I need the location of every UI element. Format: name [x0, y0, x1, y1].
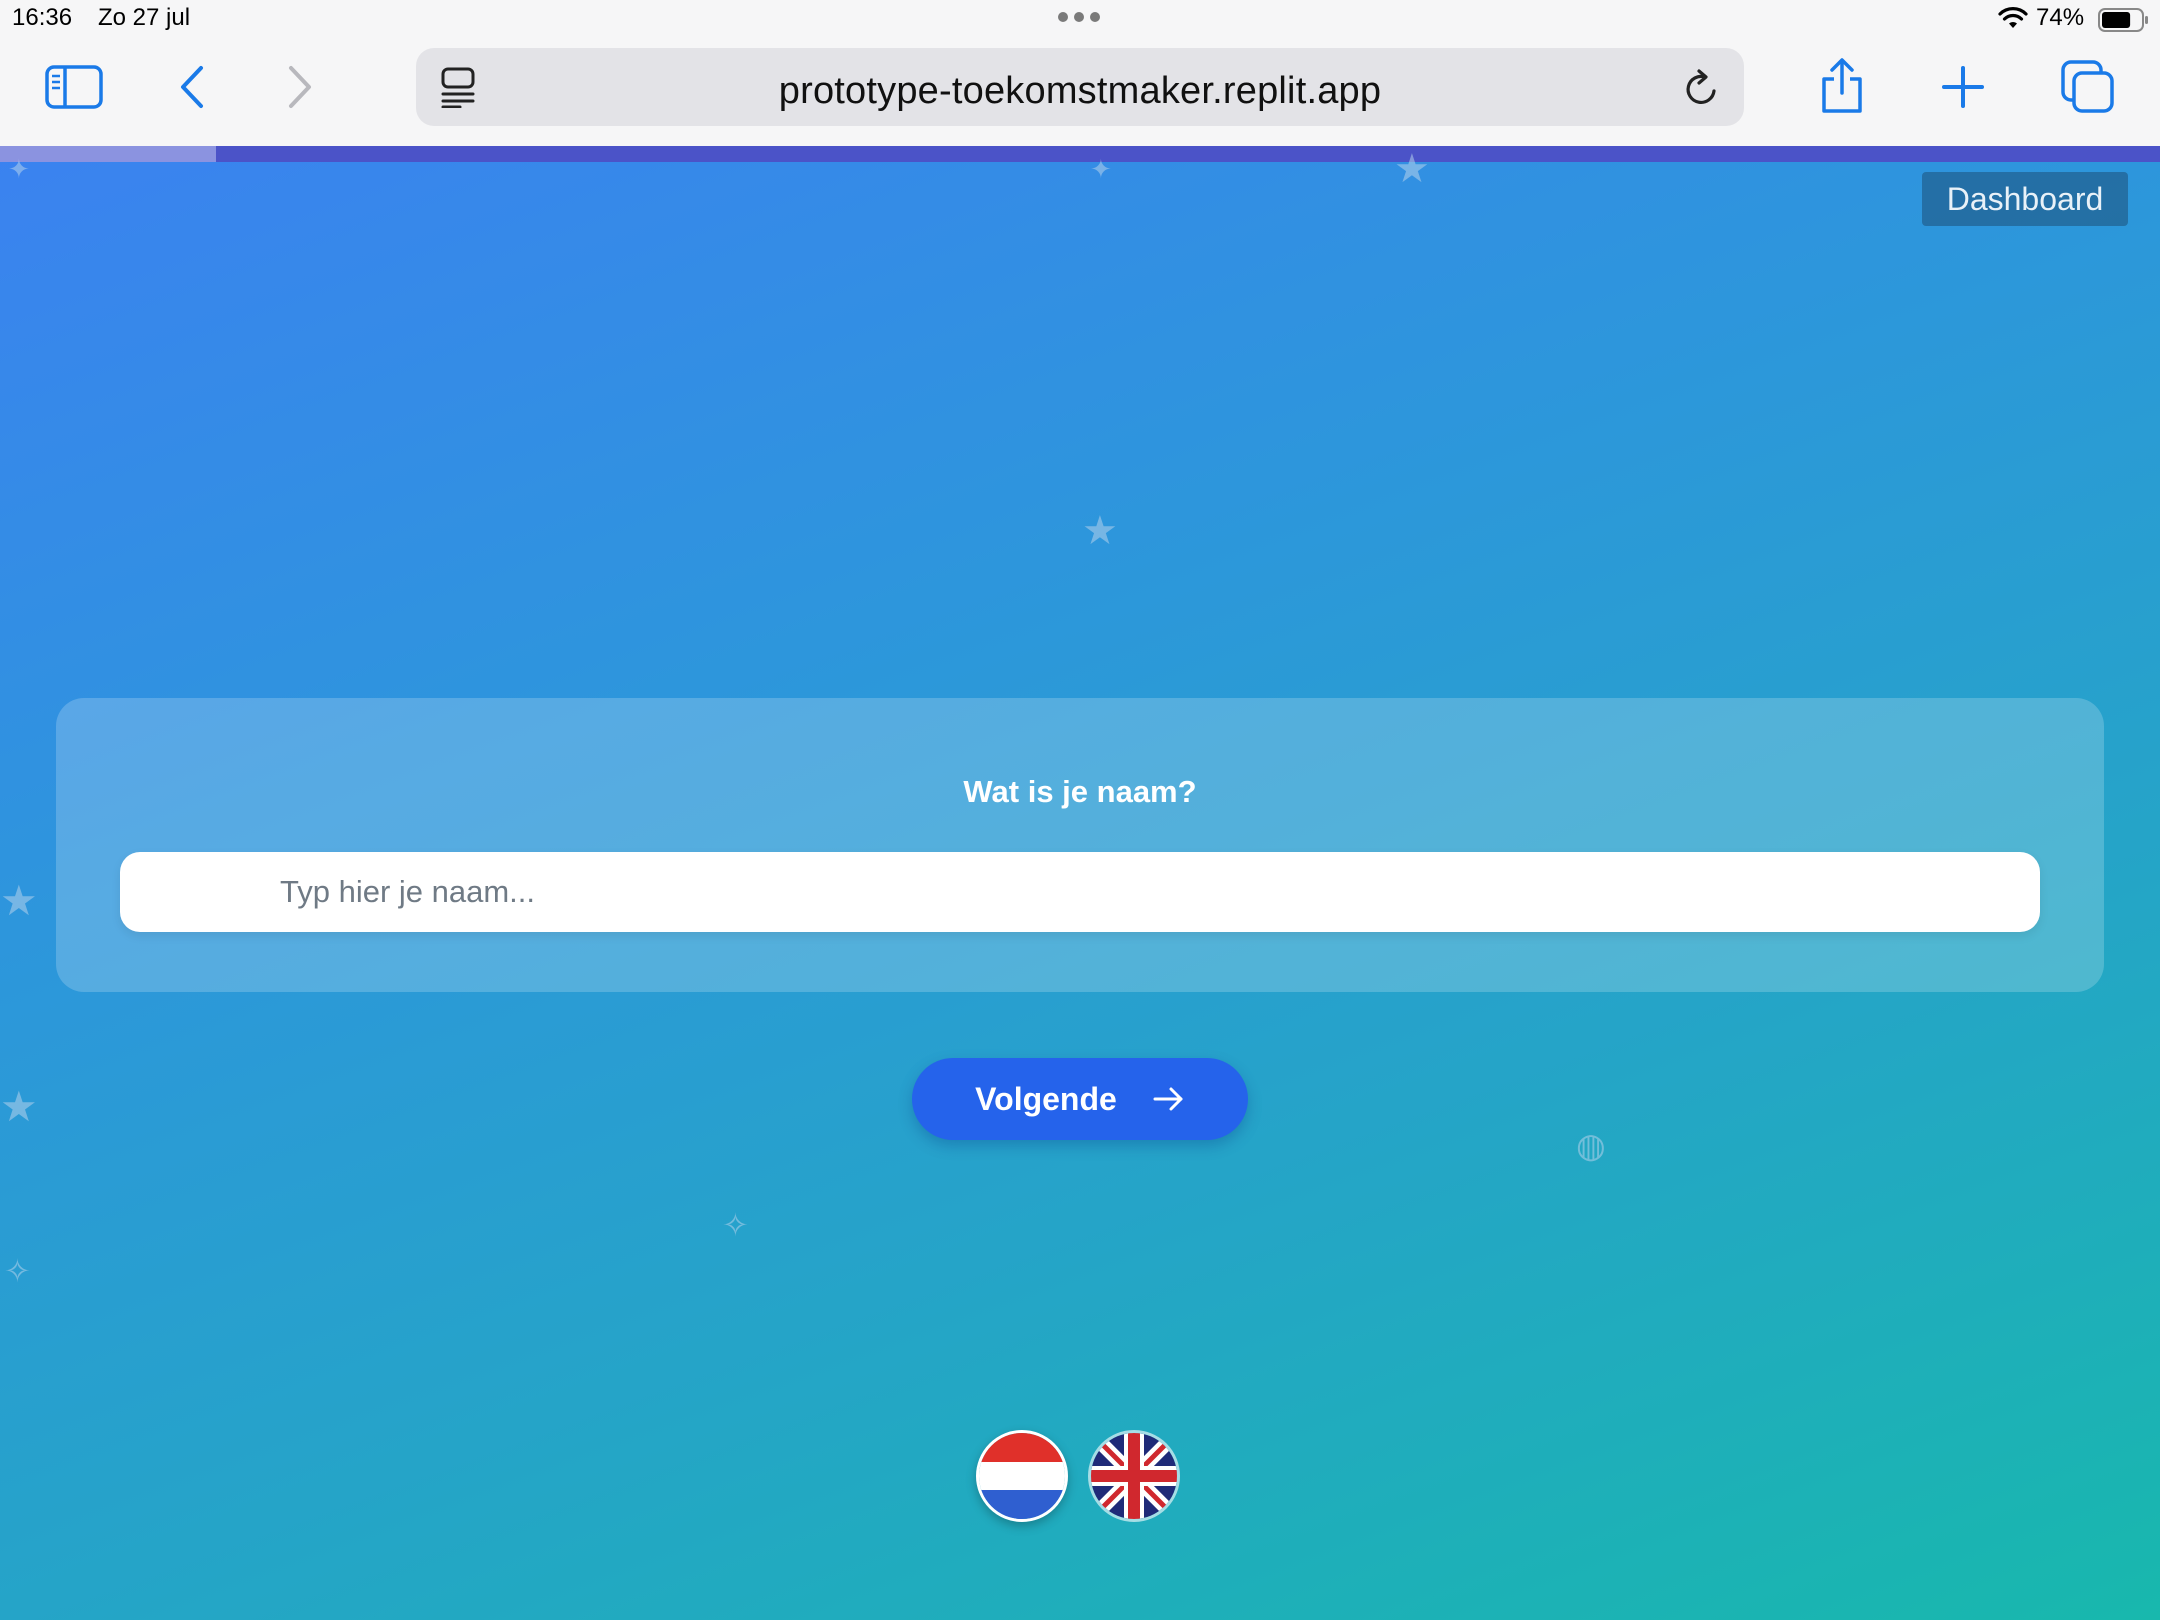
sparkle-icon: ✧: [722, 1207, 749, 1243]
flag-netherlands-icon: [979, 1433, 1065, 1519]
new-tab-icon[interactable]: [1938, 62, 1988, 112]
status-date: Zo 27 jul: [98, 4, 191, 31]
next-button[interactable]: Volgende: [912, 1058, 1248, 1140]
reload-icon[interactable]: [1682, 66, 1722, 110]
star-icon: ★: [0, 1083, 38, 1130]
language-dutch-button[interactable]: [976, 1430, 1068, 1522]
name-question-card: Wat is je naam?: [56, 698, 2104, 992]
wifi-icon: [1998, 7, 2028, 28]
status-time: 16:36: [12, 4, 73, 31]
page-content: Dashboard ✦ ✦ ★ ★ ★ ★ ✧ ✧ ◍ Wat is je na…: [0, 146, 2160, 1620]
dashboard-button[interactable]: Dashboard: [1922, 172, 2128, 226]
star-icon: ★: [1394, 147, 1430, 191]
next-button-label: Volgende: [975, 1080, 1117, 1117]
arrow-right-icon: [1153, 1087, 1183, 1111]
flag-uk-icon: [1091, 1433, 1177, 1519]
planet-icon: ◍: [1576, 1127, 1606, 1165]
address-bar[interactable]: prototype-toekomstmaker.replit.app: [416, 48, 1744, 126]
question-heading: Wat is je naam?: [963, 774, 1197, 809]
multitasking-dots-icon[interactable]: [1058, 12, 1102, 24]
sparkle-icon: ✦: [1090, 154, 1112, 184]
sparkle-icon: ✦: [8, 154, 30, 184]
language-english-button[interactable]: [1088, 1430, 1180, 1522]
progress-bar: [0, 146, 2160, 162]
tab-overview-icon[interactable]: [2060, 60, 2116, 114]
share-icon[interactable]: [1816, 56, 1868, 116]
forward-icon[interactable]: [280, 62, 320, 112]
star-icon: ★: [0, 877, 38, 924]
name-input[interactable]: [120, 852, 2040, 932]
progress-bar-fill: [0, 146, 216, 162]
url-text[interactable]: prototype-toekomstmaker.replit.app: [416, 70, 1744, 113]
battery-icon: [2098, 8, 2148, 32]
sidebar-toggle-icon[interactable]: [44, 62, 104, 112]
battery-percentage: 74%: [2036, 4, 2085, 31]
sparkle-icon: ✧: [4, 1253, 31, 1289]
status-bar: 16:36 Zo 27 jul 74%: [0, 0, 2160, 40]
star-icon: ★: [1082, 509, 1118, 553]
browser-toolbar: prototype-toekomstmaker.replit.app: [0, 40, 2160, 146]
back-icon[interactable]: [172, 62, 212, 112]
